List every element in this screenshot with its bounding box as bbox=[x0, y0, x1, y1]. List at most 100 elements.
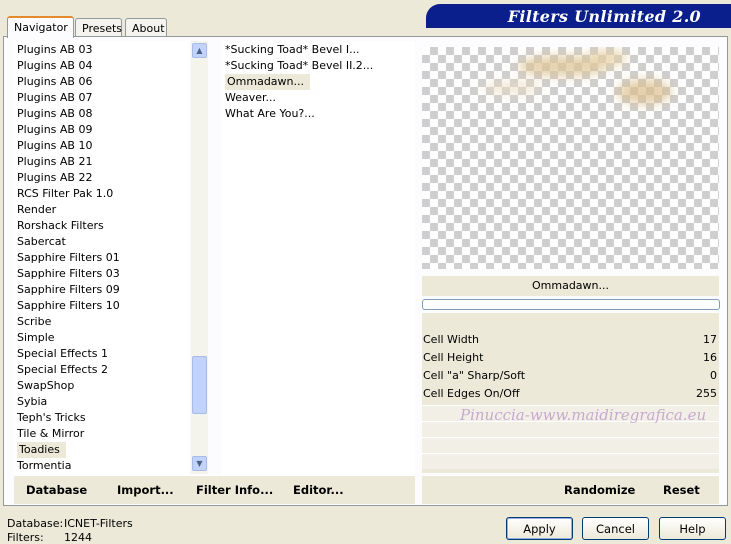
category-item[interactable]: Sapphire Filters 09 bbox=[14, 282, 189, 298]
filter-item[interactable]: *Sucking Toad* Bevel II.2... bbox=[222, 58, 415, 74]
help-button[interactable]: Help bbox=[659, 517, 726, 540]
param-row[interactable]: Cell "a" Sharp/Soft 0 bbox=[422, 367, 719, 385]
preview-blob bbox=[617, 79, 672, 105]
category-item[interactable]: Sapphire Filters 01 bbox=[14, 250, 189, 266]
category-item[interactable]: Render bbox=[14, 202, 189, 218]
category-item[interactable]: Plugins AB 22 bbox=[14, 170, 189, 186]
apply-button[interactable]: Apply bbox=[506, 517, 573, 540]
category-item-label: Sapphire Filters 03 bbox=[17, 267, 120, 280]
category-item[interactable]: Teph's Tricks bbox=[14, 410, 189, 426]
param-row[interactable]: Cell Height 16 bbox=[422, 349, 719, 367]
filter-item-label: *Sucking Toad* Bevel I... bbox=[225, 43, 360, 56]
category-item[interactable]: Plugins AB 21 bbox=[14, 154, 189, 170]
filter-item-label: Weaver... bbox=[225, 91, 277, 104]
watermark-text: Pinuccia-www.maidiregrafica.eu bbox=[460, 406, 707, 424]
category-item[interactable]: Sapphire Filters 03 bbox=[14, 266, 189, 282]
category-item[interactable]: Plugins AB 04 bbox=[14, 58, 189, 74]
category-item-label: Special Effects 2 bbox=[17, 363, 109, 376]
category-item-label: Plugins AB 09 bbox=[17, 123, 93, 136]
param-value: 255 bbox=[696, 387, 717, 400]
category-item[interactable]: Tile & Mirror bbox=[14, 426, 189, 442]
category-item[interactable]: Simple bbox=[14, 330, 189, 346]
category-item-label: Sabercat bbox=[17, 235, 66, 248]
preview-image bbox=[422, 47, 719, 269]
app-title: Filters Unlimited 2.0 bbox=[507, 7, 701, 26]
category-item-label: RCS Filter Pak 1.0 bbox=[17, 187, 114, 200]
category-item-label: Plugins AB 08 bbox=[17, 107, 93, 120]
category-item-label: Sapphire Filters 09 bbox=[17, 283, 120, 296]
filter-info-button[interactable]: Filter Info... bbox=[196, 483, 273, 497]
category-item[interactable]: Sybia bbox=[14, 394, 189, 410]
editor-button[interactable]: Editor... bbox=[293, 483, 344, 497]
category-item-label: Scribe bbox=[17, 315, 52, 328]
category-item[interactable]: Sabercat bbox=[14, 234, 189, 250]
empty-param-slot bbox=[422, 437, 719, 453]
filter-item[interactable]: Ommadawn... bbox=[222, 74, 415, 90]
category-item-label: SwapShop bbox=[17, 379, 75, 392]
category-item[interactable]: Sapphire Filters 10 bbox=[14, 298, 189, 314]
category-item[interactable]: RCS Filter Pak 1.0 bbox=[14, 186, 189, 202]
category-item-label: Teph's Tricks bbox=[17, 411, 86, 424]
filter-item-label: What Are You?... bbox=[225, 107, 315, 120]
param-row[interactable]: Cell Width 17 bbox=[422, 331, 719, 349]
category-item[interactable]: Toadies bbox=[14, 442, 189, 458]
tab-presets[interactable]: Presets bbox=[75, 18, 122, 38]
category-item-label: Plugins AB 21 bbox=[17, 155, 93, 168]
filter-item[interactable]: *Sucking Toad* Bevel I... bbox=[222, 42, 415, 58]
filter-list[interactable]: *Sucking Toad* Bevel I... *Sucking Toad* … bbox=[222, 41, 415, 475]
category-item[interactable]: Special Effects 2 bbox=[14, 362, 189, 378]
param-value: 17 bbox=[703, 333, 717, 346]
import-button[interactable]: Import... bbox=[117, 483, 174, 497]
scroll-down-button[interactable]: ▼ bbox=[192, 456, 207, 471]
filter-item-label: Ommadawn... bbox=[225, 74, 311, 90]
category-item-label: Sapphire Filters 01 bbox=[17, 251, 120, 264]
scroll-up-button[interactable]: ▲ bbox=[192, 43, 207, 58]
category-item-label: Plugins AB 22 bbox=[17, 171, 93, 184]
category-item-label: Toadies bbox=[17, 442, 66, 458]
category-item[interactable]: Plugins AB 03 bbox=[14, 42, 189, 58]
category-item-label: Plugins AB 07 bbox=[17, 91, 93, 104]
category-item-label: Plugins AB 10 bbox=[17, 139, 93, 152]
category-item-label: Plugins AB 06 bbox=[17, 75, 93, 88]
database-value: ICNET-Filters bbox=[64, 517, 133, 530]
category-list[interactable]: Plugins AB 03 Plugins AB 04 Plugins AB 06 P… bbox=[14, 41, 189, 475]
category-item[interactable]: Tormentia bbox=[14, 458, 189, 474]
category-item[interactable]: Plugins AB 07 bbox=[14, 90, 189, 106]
scroll-thumb[interactable] bbox=[192, 356, 207, 414]
cancel-button[interactable]: Cancel bbox=[582, 517, 649, 540]
category-item-label: Tile & Mirror bbox=[17, 427, 85, 440]
category-item-label: Plugins AB 03 bbox=[17, 43, 93, 56]
category-item[interactable]: Plugins AB 10 bbox=[14, 138, 189, 154]
tab-about[interactable]: About bbox=[125, 18, 167, 38]
param-row[interactable]: Cell Edges On/Off 255 bbox=[422, 385, 719, 403]
category-item[interactable]: Plugins AB 08 bbox=[14, 106, 189, 122]
preview-blob bbox=[587, 49, 627, 67]
filter-item[interactable]: What Are You?... bbox=[222, 106, 415, 122]
category-item[interactable]: Rorshack Filters bbox=[14, 218, 189, 234]
database-label: Database: bbox=[7, 517, 64, 530]
category-item[interactable]: SwapShop bbox=[14, 378, 189, 394]
filter-name-label: Ommadawn... bbox=[422, 276, 719, 296]
category-item-label: Simple bbox=[17, 331, 55, 344]
filter-item-label: *Sucking Toad* Bevel II.2... bbox=[225, 59, 374, 72]
category-scrollbar[interactable]: ▲ ▼ bbox=[191, 41, 208, 474]
app-banner: Filters Unlimited 2.0 bbox=[426, 4, 731, 28]
tab-navigator[interactable]: Navigator bbox=[7, 16, 74, 38]
randomize-button[interactable]: Randomize bbox=[564, 483, 635, 497]
param-label: Cell Width bbox=[423, 333, 480, 346]
category-item-label: Render bbox=[17, 203, 57, 216]
filter-item[interactable]: Weaver... bbox=[222, 90, 415, 106]
category-item-label: Special Effects 1 bbox=[17, 347, 109, 360]
category-item-label: Sybia bbox=[17, 395, 48, 408]
category-item[interactable]: Special Effects 1 bbox=[14, 346, 189, 362]
database-button[interactable]: Database bbox=[26, 483, 87, 497]
category-item[interactable]: Plugins AB 06 bbox=[14, 74, 189, 90]
category-item-label: Plugins AB 04 bbox=[17, 59, 93, 72]
parameter-panel: Cell Width 17 Cell Height 16 Cell "a" Sh… bbox=[422, 313, 719, 473]
reset-button[interactable]: Reset bbox=[663, 483, 700, 497]
param-value: 16 bbox=[703, 351, 717, 364]
category-item[interactable]: Scribe bbox=[14, 314, 189, 330]
filters-count-value: 1244 bbox=[64, 531, 92, 544]
progress-bar bbox=[422, 299, 720, 310]
category-item[interactable]: Plugins AB 09 bbox=[14, 122, 189, 138]
